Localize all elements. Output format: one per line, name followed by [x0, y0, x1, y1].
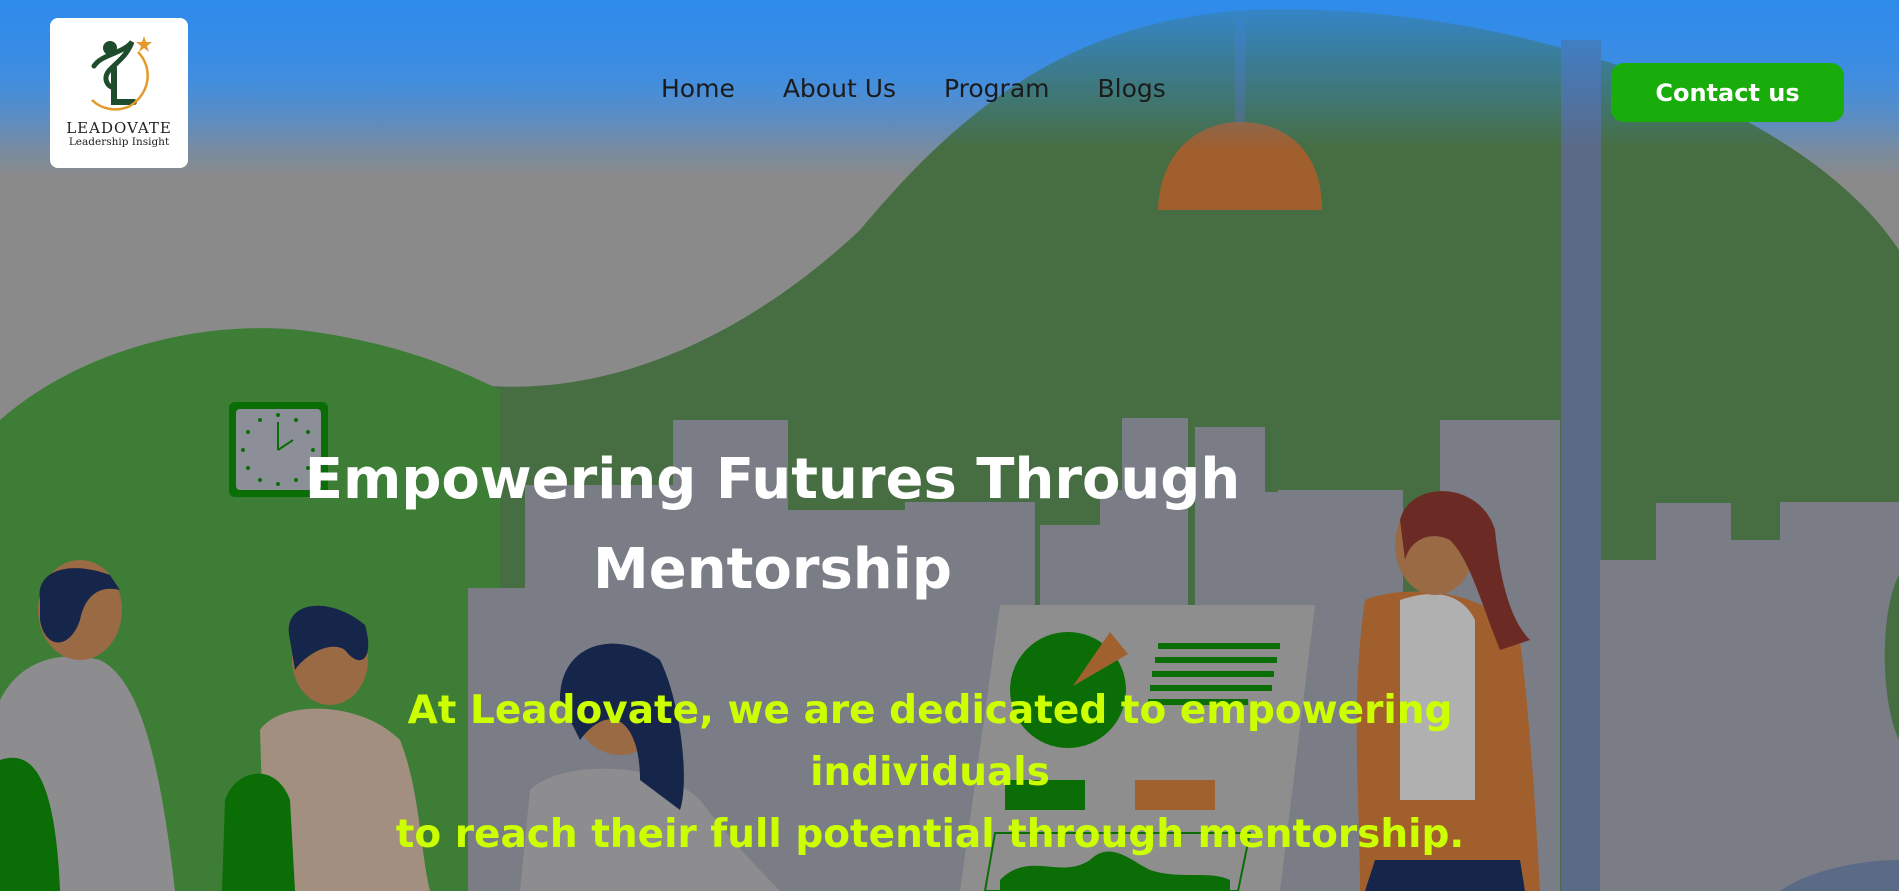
nav-item-program[interactable]: Program — [944, 74, 1049, 103]
brand-tagline: Leadership Insight — [68, 136, 170, 148]
hero-subtitle: At Leadovate, we are dedicated to empowe… — [300, 680, 1560, 866]
hero-title-line1: Empowering Futures Through — [304, 447, 1241, 512]
hero-subtitle-line2: to reach their full potential through me… — [395, 812, 1465, 857]
brand-logo[interactable]: LEADOVATE Leadership Insight — [50, 18, 188, 168]
contact-us-button[interactable]: Contact us — [1611, 63, 1844, 122]
nav-item-blogs[interactable]: Blogs — [1098, 74, 1166, 103]
main-nav: Home About Us Program Blogs — [661, 74, 1166, 103]
nav-item-about-us[interactable]: About Us — [783, 74, 896, 103]
brand-name: LEADOVATE — [66, 119, 172, 137]
hero-title: Empowering Futures Through Mentorship — [300, 435, 1245, 615]
nav-item-home[interactable]: Home — [661, 74, 735, 103]
hero-subtitle-line1: At Leadovate, we are dedicated to empowe… — [407, 688, 1453, 795]
leader-figure-logo-icon — [91, 36, 152, 111]
hero-title-line2: Mentorship — [593, 537, 952, 602]
